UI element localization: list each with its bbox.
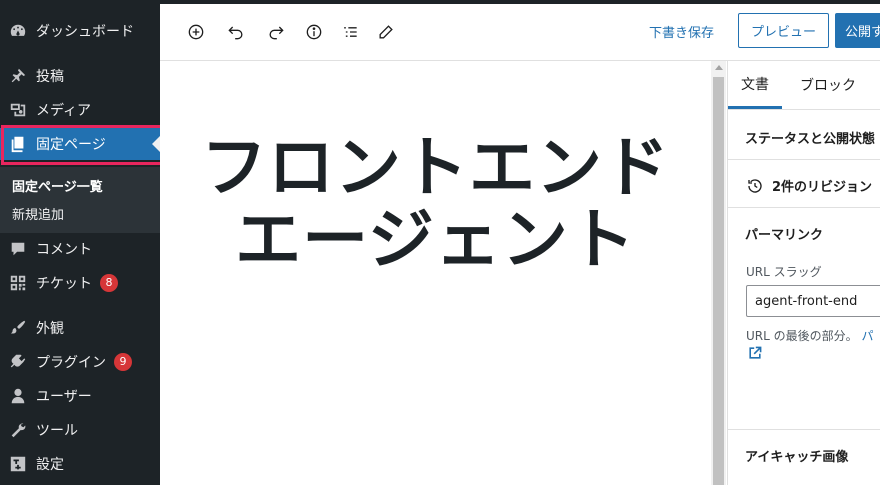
submenu-all-pages[interactable]: 固定ページ一覧	[12, 176, 103, 195]
scroll-up-icon[interactable]	[715, 65, 723, 70]
undo-icon[interactable]	[222, 18, 250, 46]
post-title[interactable]: フロントエンド エージェント	[160, 131, 711, 275]
editor-canvas: フロントエンド エージェント	[160, 61, 711, 485]
sidebar-item-users[interactable]: ユーザー	[0, 380, 160, 412]
edit-icon[interactable]	[372, 18, 400, 46]
help-link[interactable]: パ	[861, 329, 873, 343]
comment-icon	[0, 240, 36, 258]
divider	[728, 159, 880, 160]
title-line: エージェント	[235, 202, 636, 276]
update-badge: 8	[100, 274, 118, 292]
title-line: フロントエンド	[201, 130, 670, 204]
pages-submenu: 固定ページ一覧 新規追加	[0, 167, 160, 233]
publish-button[interactable]: 公開す	[835, 13, 880, 48]
media-icon	[0, 101, 36, 119]
wrench-icon	[0, 421, 36, 439]
settings-icon	[0, 455, 36, 473]
sidebar-item-label: ツール	[36, 423, 78, 439]
external-link-icon[interactable]	[747, 345, 763, 361]
user-icon	[0, 387, 36, 405]
divider	[728, 429, 880, 430]
revisions-label: 2件のリビジョン	[772, 180, 873, 195]
sidebar-item-label: チケット	[36, 276, 92, 292]
slug-label: URL スラッグ	[746, 265, 822, 279]
sidebar-item-label: プラグイン	[36, 355, 106, 371]
divider	[728, 207, 880, 208]
sidebar-item-posts[interactable]: 投稿	[0, 60, 160, 92]
plugin-icon	[0, 353, 36, 371]
submenu-add-new[interactable]: 新規追加	[12, 204, 64, 223]
save-draft-button[interactable]: 下書き保存	[649, 22, 714, 41]
tab-block[interactable]: ブロック	[800, 61, 856, 109]
preview-button[interactable]: プレビュー	[738, 13, 829, 48]
sidebar-item-plugins[interactable]: プラグイン 9	[0, 346, 160, 378]
sidebar-item-tools[interactable]: ツール	[0, 414, 160, 446]
info-icon[interactable]	[300, 18, 328, 46]
sidebar-item-label: 設定	[36, 457, 64, 473]
status-panel-title[interactable]: ステータスと公開状態	[745, 128, 875, 147]
slug-input[interactable]: agent-front-end	[746, 285, 880, 317]
sidebar-item-settings[interactable]: 設定	[0, 448, 160, 480]
editor-toolbar: 下書き保存 プレビュー 公開す	[160, 4, 880, 61]
history-icon	[748, 178, 762, 193]
sidebar-item-label: 外観	[36, 321, 64, 337]
admin-sidebar: ダッシュボード 投稿 メディア 固定ページ 固定ページ一覧 新規追加 コメント …	[0, 4, 160, 485]
sidebar-item-label: ユーザー	[36, 389, 92, 405]
scroll-thumb[interactable]	[713, 77, 724, 485]
editor-scrollbar[interactable]	[711, 61, 726, 485]
sidebar-item-label: コメント	[36, 242, 92, 258]
brush-icon	[0, 319, 36, 337]
sidebar-item-comments[interactable]: コメント	[0, 233, 160, 265]
permalink-panel-title[interactable]: パーマリンク	[745, 224, 823, 243]
highlight-frame	[1, 125, 164, 165]
sidebar-item-dashboard[interactable]: ダッシュボード	[0, 15, 160, 47]
slug-help-text: URL の最後の部分。 パ	[746, 327, 873, 344]
sidebar-item-tickets[interactable]: チケット 8	[0, 267, 160, 299]
sidebar-item-appearance[interactable]: 外観	[0, 312, 160, 344]
list-view-icon[interactable]	[336, 18, 364, 46]
dashboard-icon	[0, 22, 36, 40]
revisions-link[interactable]: 2件のリビジョン	[746, 176, 872, 195]
qr-icon	[0, 274, 36, 292]
help-text: URL の最後の部分。	[746, 329, 858, 343]
sidebar-item-label: 投稿	[36, 69, 64, 85]
tab-document[interactable]: 文書	[728, 61, 782, 109]
tabs-border	[728, 109, 880, 110]
settings-sidebar: 文書 ブロック ステータスと公開状態 2件のリビジョン パーマリンク URL ス…	[727, 61, 880, 485]
featured-image-panel-title[interactable]: アイキャッチ画像	[745, 446, 848, 465]
add-block-icon[interactable]	[182, 18, 210, 46]
sidebar-item-label: メディア	[36, 103, 92, 119]
redo-icon[interactable]	[262, 18, 290, 46]
sidebar-item-label: ダッシュボード	[36, 24, 134, 40]
pin-icon	[0, 67, 36, 85]
sidebar-item-media[interactable]: メディア	[0, 94, 160, 126]
update-badge: 9	[114, 353, 132, 371]
